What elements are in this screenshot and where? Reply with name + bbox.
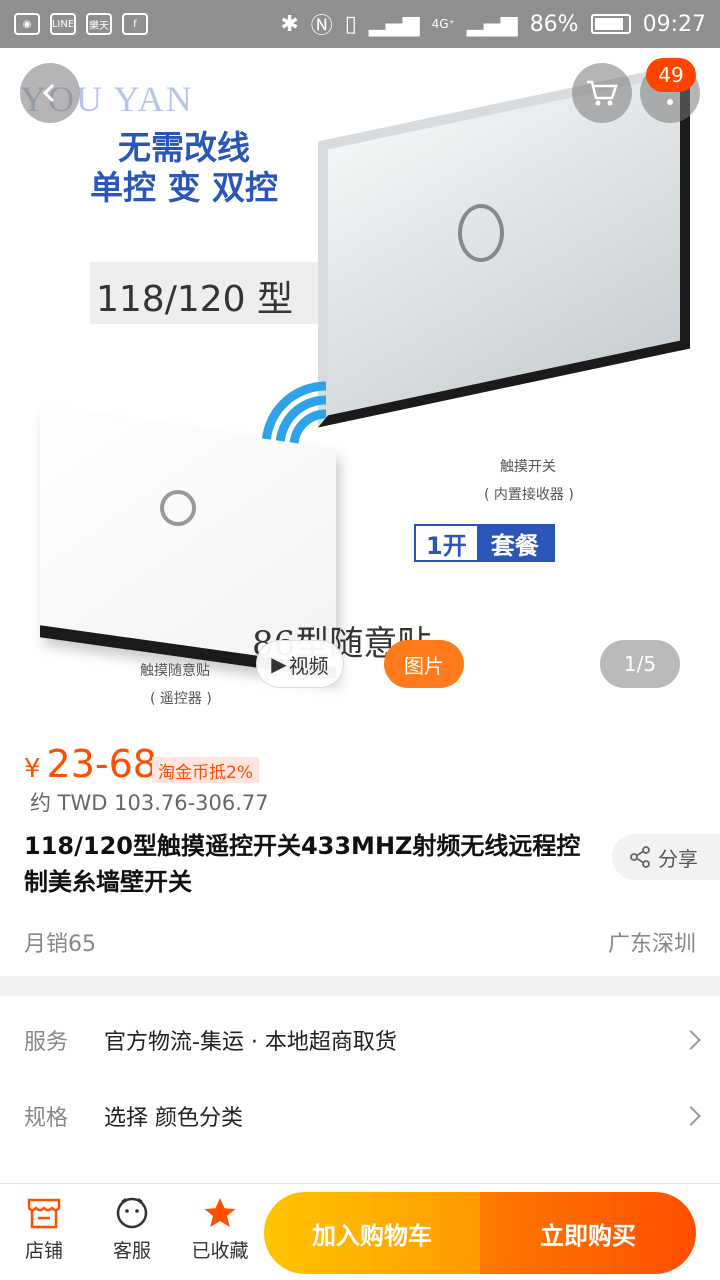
status-left-icons: ◉ LINE 樂天 f [14, 13, 148, 35]
large-switch-touch-ring [458, 204, 504, 262]
facebook-icon: f [122, 13, 148, 35]
service-row[interactable]: 服务 官方物流-集运 · 本地超商取货 [0, 1002, 720, 1078]
price: ¥ 23-68 [24, 742, 157, 786]
currency-symbol: ¥ [24, 754, 41, 784]
large-switch-image [318, 62, 690, 428]
chat-face-icon [116, 1197, 148, 1229]
model-label: 118/120 型 [96, 279, 293, 320]
price-value: 23-68 [46, 742, 157, 786]
product-image-gallery[interactable]: YOU YAN 无需改线 单控 变 双控 118/120 型 触摸开关 ( 内置… [0, 48, 720, 710]
remote-label: 触摸随意贴 [140, 663, 210, 679]
customer-service-tab[interactable]: 客服 [92, 1196, 172, 1263]
package-b: 套餐 [476, 526, 553, 560]
share-label: 分享 [658, 846, 698, 871]
promo-line-1: 无需改线 [117, 128, 250, 167]
store-icon [27, 1198, 61, 1229]
chevron-right-icon [681, 1106, 701, 1126]
touch-switch-sub: ( 内置接收器 ) [484, 487, 574, 503]
cart-icon [587, 80, 618, 106]
service-value: 官方物流-集运 · 本地超商取货 [104, 1030, 397, 1055]
remote-sub: ( 遥控器 ) [150, 691, 212, 707]
back-button[interactable] [20, 63, 80, 123]
store-tab[interactable]: 店铺 [4, 1196, 84, 1263]
star-icon [204, 1198, 236, 1227]
store-label: 店铺 [24, 1240, 63, 1262]
battery-icon [590, 14, 631, 34]
add-to-cart-button[interactable]: 加入购物车 [264, 1192, 480, 1274]
share-icon [630, 846, 650, 868]
bluetooth-icon: ✱ [280, 11, 299, 37]
share-button[interactable]: 分享 [612, 834, 720, 880]
spec-label: 规格 [24, 1106, 69, 1131]
chevron-right-icon [681, 1030, 701, 1050]
touch-switch-label: 触摸开关 [500, 459, 556, 475]
promo-text: 无需改线 单控 变 双控 [90, 128, 278, 208]
rakuten-icon: 樂天 [86, 13, 112, 35]
nfc-icon: Ⓝ [310, 14, 333, 39]
ship-location: 广东深圳 [607, 932, 696, 957]
line-icon: LINE [50, 13, 76, 35]
promo-line-2: 单控 变 双控 [90, 168, 278, 207]
bottom-action-bar: 店铺 客服 已收藏 加入购物车 立即购买 [0, 1183, 720, 1280]
image-pager: 1/5 [600, 640, 680, 688]
vibrate-icon: ▯ [344, 11, 357, 37]
monthly-sales: 月销65 [24, 932, 96, 957]
product-page: ◉ LINE 樂天 f ✱ Ⓝ ▯ ▂▄▆ 4G⁺ ▂▄▆ 86% 09:27 … [0, 0, 720, 1280]
package-a: 1开 [416, 526, 477, 560]
service-label: 服务 [24, 1030, 69, 1055]
chevron-left-icon [42, 83, 55, 103]
favorite-label: 已收藏 [191, 1240, 249, 1262]
signal-icon-2: ▂▄▆ [466, 11, 518, 37]
more-icon [667, 96, 673, 108]
favorite-tab[interactable]: 已收藏 [180, 1196, 260, 1263]
package-tag: 1开 套餐 [414, 524, 555, 562]
spec-value: 选择 颜色分类 [104, 1106, 243, 1131]
photo-tab[interactable]: 图片 [384, 640, 464, 688]
product-title: 118/120型触摸遥控开关433MHZ射频无线远程控制美糸墙壁开关 [24, 832, 581, 896]
video-tab[interactable]: ▶ 视频 [256, 640, 344, 688]
cart-button[interactable] [572, 63, 632, 123]
small-switch-touch-ring [160, 490, 196, 526]
cart-badge: 49 [646, 58, 696, 92]
network-type: 4G⁺ [431, 17, 455, 31]
signal-icon: ▂▄▆ [368, 11, 420, 37]
spec-row[interactable]: 规格 选择 颜色分类 [0, 1078, 720, 1154]
customer-service-label: 客服 [112, 1240, 151, 1262]
clock: 09:27 [642, 11, 706, 37]
buy-now-button[interactable]: 立即购买 [480, 1192, 696, 1274]
cta-group: 加入购物车 立即购买 [264, 1192, 696, 1274]
video-tab-label: 视频 [288, 653, 329, 678]
twd-price: 约 TWD 103.76-306.77 [30, 791, 269, 815]
section-divider [0, 976, 720, 996]
status-bar: ◉ LINE 樂天 f ✱ Ⓝ ▯ ▂▄▆ 4G⁺ ▂▄▆ 86% 09:27 [0, 0, 720, 48]
play-icon: ▶ [271, 652, 287, 676]
battery-text: 86% [529, 11, 579, 37]
status-right: ✱ Ⓝ ▯ ▂▄▆ 4G⁺ ▂▄▆ 86% 09:27 [280, 8, 706, 40]
coin-discount-tag: 淘金币抵2% [152, 757, 259, 783]
mi-icon: ◉ [14, 13, 40, 35]
